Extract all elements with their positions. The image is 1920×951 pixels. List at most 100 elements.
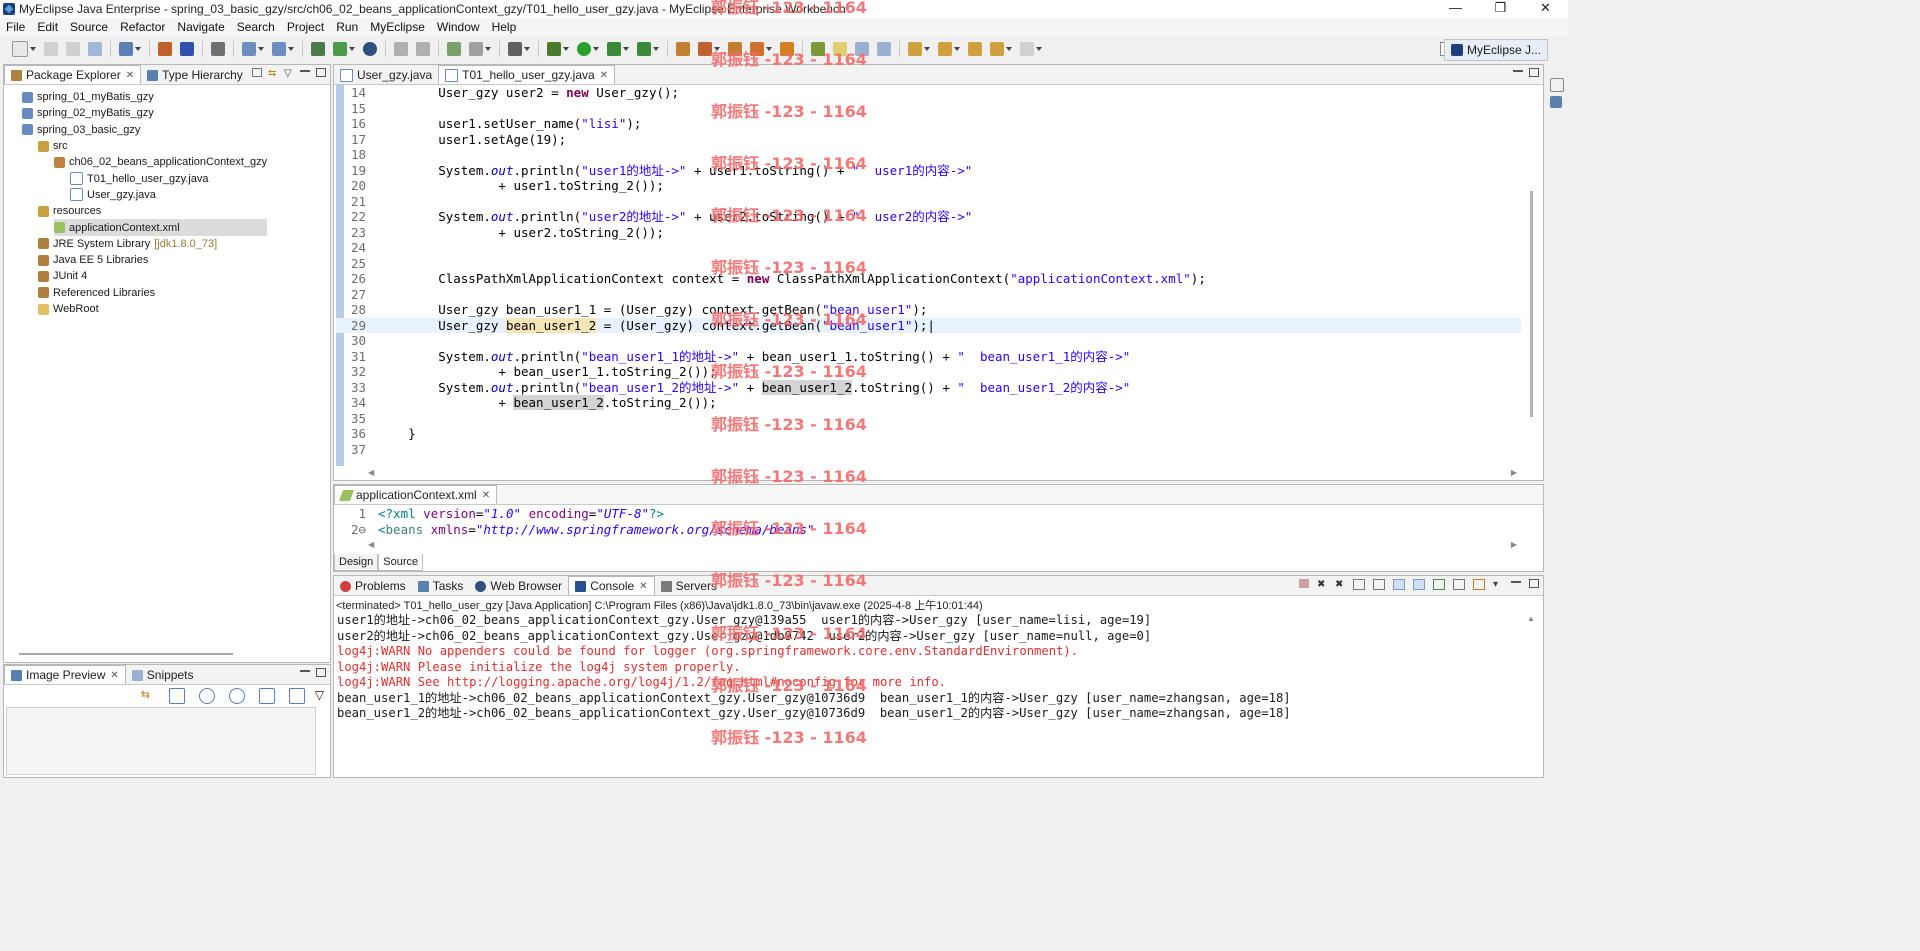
open-resource-icon[interactable] (416, 42, 430, 56)
scroll-right-icon[interactable]: ▶ (1511, 468, 1517, 477)
zoom-out-icon[interactable] (198, 688, 215, 704)
tab-user-gzy-java[interactable]: User_gzy.java (334, 66, 438, 84)
new-wizard-icon[interactable] (119, 42, 133, 56)
scroll-up-icon[interactable]: ▲ (1527, 614, 1535, 623)
new-java-project-icon[interactable] (676, 42, 690, 56)
sync-icon[interactable]: ⇆ (141, 688, 155, 702)
menu-navigate[interactable]: Navigate (171, 18, 230, 36)
open-console-icon[interactable] (1473, 579, 1485, 590)
code-line[interactable]: 25 (336, 256, 1521, 272)
tab-source[interactable]: Source (378, 554, 424, 571)
minimize-icon[interactable] (300, 70, 310, 78)
open-task-icon[interactable] (780, 42, 794, 56)
tree-item[interactable]: JRE System Library [jdk1.8.0_73] (38, 236, 267, 252)
new-web-project-icon[interactable] (698, 42, 712, 56)
scroll-thumb[interactable] (1530, 191, 1533, 417)
collapse-all-icon[interactable] (252, 68, 262, 77)
code-line[interactable]: 35 (336, 411, 1521, 427)
save-all-icon[interactable] (66, 42, 80, 56)
tree-item[interactable]: spring_02_myBatis_gzy (22, 105, 267, 121)
tree-item[interactable]: User_gzy.java (70, 187, 267, 203)
remove-launch-icon[interactable]: ✖ (1317, 579, 1327, 590)
code-line[interactable]: 20 + user1.toString_2()); (336, 178, 1521, 194)
fit-window-icon[interactable] (288, 688, 305, 704)
code-line[interactable]: 26 ClassPathXmlApplicationContext contex… (336, 271, 1521, 287)
new-icon[interactable] (12, 41, 28, 57)
code-line[interactable]: 32 + bean_user1_1.toString_2()); (336, 364, 1521, 380)
lock-icon[interactable] (211, 42, 225, 56)
tab-servers[interactable]: Servers (655, 577, 723, 595)
tab-package-explorer[interactable]: Package Explorer ✕ (4, 65, 142, 84)
code-line[interactable]: 15 (336, 101, 1521, 117)
tab-t01-hello-user-gzy-java[interactable]: T01_hello_user_gzy.java ✕ (438, 65, 616, 84)
close-button[interactable]: ✕ (1523, 0, 1568, 18)
console-output[interactable]: user1的地址->ch06_02_beans_applicationConte… (337, 613, 1523, 722)
pin-console-icon[interactable] (1433, 579, 1445, 590)
coverage-icon[interactable] (637, 42, 651, 56)
tree-item[interactable]: spring_03_basic_gzy (22, 122, 267, 138)
next-annotation-icon[interactable] (811, 42, 825, 56)
print-icon[interactable] (88, 42, 102, 56)
menu-edit[interactable]: Edit (31, 18, 64, 36)
code-line[interactable]: 23 + user2.toString_2()); (336, 225, 1521, 241)
view-menu-icon[interactable]: ▾ (1493, 579, 1503, 590)
menu-project[interactable]: Project (281, 18, 330, 36)
code-line[interactable]: 37 (336, 442, 1521, 458)
run-server-icon[interactable] (333, 42, 347, 56)
tree-item[interactable]: spring_01_myBatis_gzy (22, 89, 267, 105)
display-console-icon[interactable] (1453, 579, 1465, 590)
terminate-icon[interactable] (1299, 579, 1309, 588)
code-line[interactable]: 30 (336, 333, 1521, 349)
code-line[interactable]: 36 } (336, 426, 1521, 442)
tab-type-hierarchy[interactable]: Type Hierarchy (141, 66, 249, 84)
tab-snippets[interactable]: Snippets (126, 666, 200, 684)
tab-tasks[interactable]: Tasks (412, 577, 470, 595)
code-line[interactable]: 16 user1.setUser_name("lisi"); (336, 116, 1521, 132)
code-line[interactable]: 22 System.out.println("user2的地址->" + use… (336, 209, 1521, 225)
maximize-icon[interactable] (1529, 579, 1539, 588)
tab-design[interactable]: Design (334, 554, 379, 571)
actual-size-icon[interactable] (258, 688, 275, 704)
tree-item[interactable]: Java EE 5 Libraries (38, 252, 267, 268)
next-annotation-down-icon[interactable] (908, 42, 922, 56)
run-icon[interactable] (577, 42, 591, 56)
code-line[interactable]: 33 System.out.println("bean_user1_2的地址->… (336, 379, 1521, 396)
xml-code-lines[interactable]: 1 <?xml version="1.0" encoding="UTF-8"?> 2… (336, 506, 1519, 538)
menu-myeclipse[interactable]: MyEclipse (364, 18, 431, 36)
maximize-icon[interactable] (316, 668, 326, 677)
horizontal-scrollbar[interactable]: ◀ ▶ (368, 540, 1517, 550)
scroll-right-icon[interactable]: ▶ (1511, 540, 1517, 549)
open-type-icon[interactable] (394, 42, 408, 56)
last-edit-icon[interactable] (968, 42, 982, 56)
tree-item[interactable]: T01_hello_user_gzy.java (70, 170, 267, 186)
code-line[interactable]: 18 (336, 147, 1521, 163)
scroll-left-icon[interactable]: ◀ (368, 540, 374, 549)
menu-help[interactable]: Help (486, 18, 523, 36)
jar-icon[interactable] (158, 42, 172, 56)
scroll-left-icon[interactable]: ◀ (368, 468, 374, 477)
back-icon[interactable] (990, 42, 1004, 56)
close-icon[interactable]: ✕ (639, 581, 647, 592)
minimize-icon[interactable] (1511, 581, 1521, 589)
tab-console[interactable]: Console ✕ (568, 576, 655, 595)
code-line[interactable]: 24 (336, 240, 1521, 256)
view-menu-icon[interactable]: ▽ (315, 688, 324, 704)
screenshot-icon[interactable] (508, 42, 522, 56)
tree-item[interactable]: src (38, 138, 267, 154)
tab-problems[interactable]: Problems (334, 577, 412, 595)
minimize-button[interactable]: — (1433, 0, 1478, 18)
code-line[interactable]: 2⊖ <beans xmlns="http://www.springframewo… (336, 522, 1519, 538)
menu-refactor[interactable]: Refactor (114, 18, 171, 36)
show-on-error-icon[interactable] (1413, 579, 1425, 590)
previous-annotation-icon[interactable] (938, 42, 952, 56)
archive-icon[interactable] (180, 42, 194, 56)
globe-icon[interactable] (363, 42, 377, 56)
fit-icon[interactable] (168, 688, 185, 704)
new-class-wizard-icon[interactable] (750, 42, 764, 56)
show-on-output-icon[interactable] (1393, 579, 1405, 590)
clear-console-icon[interactable] (1353, 579, 1365, 590)
run-last-icon[interactable] (607, 42, 621, 56)
tree-item[interactable]: Referenced Libraries (38, 285, 267, 301)
horizontal-scrollbar[interactable] (19, 653, 233, 655)
code-line[interactable]: 27 (336, 287, 1521, 303)
